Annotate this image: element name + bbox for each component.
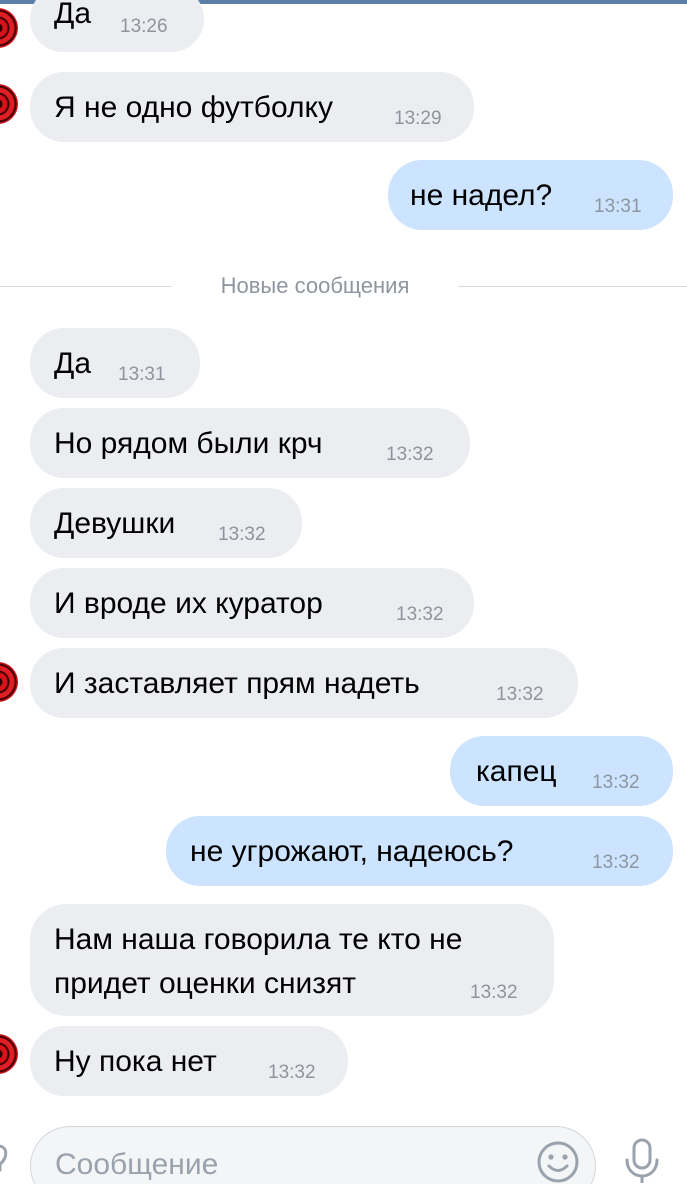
- message-outgoing[interactable]: капец 13:32: [450, 736, 673, 806]
- message-text: Но рядом были крч: [54, 427, 323, 460]
- message-incoming[interactable]: Да 13:31: [30, 328, 200, 398]
- message-incoming[interactable]: Да 13:26: [30, 0, 204, 52]
- message-text: Девушки: [54, 507, 176, 540]
- message-text-line-1: Нам наша говорила те кто не: [54, 923, 463, 956]
- message-time: 13:29: [394, 108, 442, 129]
- message-time: 13:31: [118, 364, 166, 385]
- message-incoming[interactable]: Но рядом были крч 13:32: [30, 408, 470, 478]
- new-messages-divider: Новые сообщения: [220, 273, 410, 298]
- message-outgoing[interactable]: не надел? 13:31: [388, 160, 673, 230]
- message-incoming[interactable]: И вроде их куратор 13:32: [30, 568, 474, 638]
- contact-avatar[interactable]: [0, 1034, 18, 1074]
- message-incoming[interactable]: Я не одно футболку 13:29: [30, 72, 474, 142]
- message-time: 13:32: [592, 772, 640, 793]
- message-time: 13:32: [218, 524, 266, 545]
- message-incoming[interactable]: И заставляет прям надеть 13:32: [30, 648, 578, 718]
- message-incoming[interactable]: Ну пока нет 13:32: [30, 1026, 348, 1096]
- message-incoming[interactable]: Девушки 13:32: [30, 488, 302, 558]
- message-text: И вроде их куратор: [54, 587, 323, 620]
- contact-avatar[interactable]: [0, 8, 18, 48]
- message-text: капец: [476, 755, 557, 788]
- message-time: 13:32: [386, 444, 434, 465]
- message-text: Да: [54, 0, 92, 30]
- message-text: не угрожают, надеюсь?: [190, 835, 514, 868]
- contact-avatar[interactable]: [0, 84, 18, 124]
- message-time: 13:26: [120, 16, 168, 37]
- message-text: И заставляет прям надеть: [54, 667, 420, 700]
- message-time: 13:31: [594, 196, 642, 217]
- message-composer[interactable]: [30, 1126, 596, 1184]
- divider-line-right: [458, 286, 687, 287]
- message-text: Я не одно футболку: [54, 91, 333, 124]
- divider-line-left: [0, 286, 172, 287]
- message-time: 13:32: [396, 604, 444, 625]
- microphone-icon[interactable]: [620, 1136, 664, 1184]
- message-input[interactable]: [55, 1145, 535, 1184]
- message-text: Да: [54, 347, 92, 380]
- attach-icon[interactable]: [0, 1140, 14, 1180]
- message-text: не надел?: [410, 179, 553, 212]
- message-text-line-2: придет оценки снизят: [54, 967, 357, 1000]
- message-time: 13:32: [496, 684, 544, 705]
- message-time: 13:32: [470, 982, 518, 1003]
- message-incoming[interactable]: Нам наша говорила те кто не придет оценк…: [30, 904, 554, 1016]
- contact-avatar[interactable]: [0, 662, 18, 702]
- emoji-smile-icon[interactable]: [536, 1140, 580, 1184]
- message-text: Ну пока нет: [54, 1045, 217, 1078]
- message-time: 13:32: [268, 1062, 316, 1083]
- message-time: 13:32: [592, 852, 640, 873]
- message-outgoing[interactable]: не угрожают, надеюсь? 13:32: [166, 816, 673, 886]
